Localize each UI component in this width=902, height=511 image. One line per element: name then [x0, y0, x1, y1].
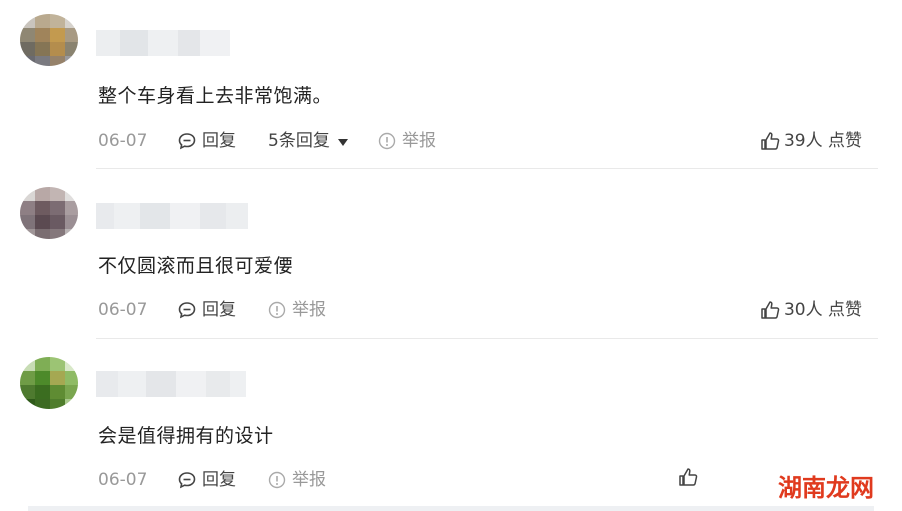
username-blurred[interactable] [96, 371, 246, 397]
like-label: 点赞 [828, 300, 862, 320]
report-label: 举报 [292, 470, 326, 490]
site-watermark: 湖南龙网 [778, 474, 874, 502]
like-label: 点赞 [828, 131, 862, 151]
reply-button[interactable]: 回复 [178, 467, 236, 493]
comment-item: 不仅圆滚而且很可爱偠 06-07 回复 举报 30人 点赞 [0, 169, 902, 338]
avatar[interactable] [20, 357, 78, 409]
chat-bubble-icon [178, 471, 196, 489]
avatar[interactable] [20, 14, 78, 66]
like-button[interactable]: 39人 点赞 [760, 128, 862, 154]
comment-date: 06-07 [98, 470, 148, 490]
comment-date: 06-07 [98, 131, 148, 151]
info-circle-icon [268, 301, 286, 319]
username-blurred[interactable] [96, 203, 248, 229]
report-label: 举报 [402, 131, 436, 151]
reply-label: 回复 [202, 300, 236, 320]
thumbs-up-icon [760, 131, 780, 151]
chat-bubble-icon [178, 132, 196, 150]
reply-label: 回复 [202, 131, 236, 151]
info-circle-icon [378, 132, 396, 150]
comment-item: 会是值得拥有的设计 06-07 回复 举报 [0, 339, 902, 511]
comment-text: 会是值得拥有的设计 [98, 425, 274, 447]
comment-text: 不仅圆滚而且很可爱偠 [98, 255, 294, 277]
replies-count-label: 5条回复 [268, 131, 330, 151]
thumbs-up-icon [678, 467, 698, 487]
comment-meta: 06-07 回复 举报 30人 点赞 [98, 297, 862, 323]
report-button[interactable]: 举报 [268, 467, 326, 493]
view-replies-button[interactable]: 5条回复 [268, 128, 348, 154]
report-button[interactable]: 举报 [268, 297, 326, 323]
comment-item: 整个车身看上去非常饱满。 06-07 回复 5条回复 举报 39人 点赞 [0, 0, 902, 168]
chat-bubble-icon [178, 301, 196, 319]
username-blurred[interactable] [96, 30, 230, 56]
reply-label: 回复 [202, 470, 236, 490]
comment-meta: 06-07 回复 举报 [98, 467, 862, 493]
like-count: 30人 [783, 300, 823, 320]
bottom-border [28, 506, 874, 511]
comment-date: 06-07 [98, 300, 148, 320]
report-button[interactable]: 举报 [378, 128, 436, 154]
reply-button[interactable]: 回复 [178, 128, 236, 154]
reply-button[interactable]: 回复 [178, 297, 236, 323]
caret-down-icon [337, 138, 348, 146]
avatar[interactable] [20, 187, 78, 239]
thumbs-up-icon [760, 300, 780, 320]
like-count: 39人 [783, 131, 823, 151]
like-button[interactable] [678, 467, 702, 487]
report-label: 举报 [292, 300, 326, 320]
info-circle-icon [268, 471, 286, 489]
comment-meta: 06-07 回复 5条回复 举报 39人 点赞 [98, 128, 862, 154]
comment-text: 整个车身看上去非常饱满。 [98, 85, 333, 107]
like-button[interactable]: 30人 点赞 [760, 297, 862, 323]
